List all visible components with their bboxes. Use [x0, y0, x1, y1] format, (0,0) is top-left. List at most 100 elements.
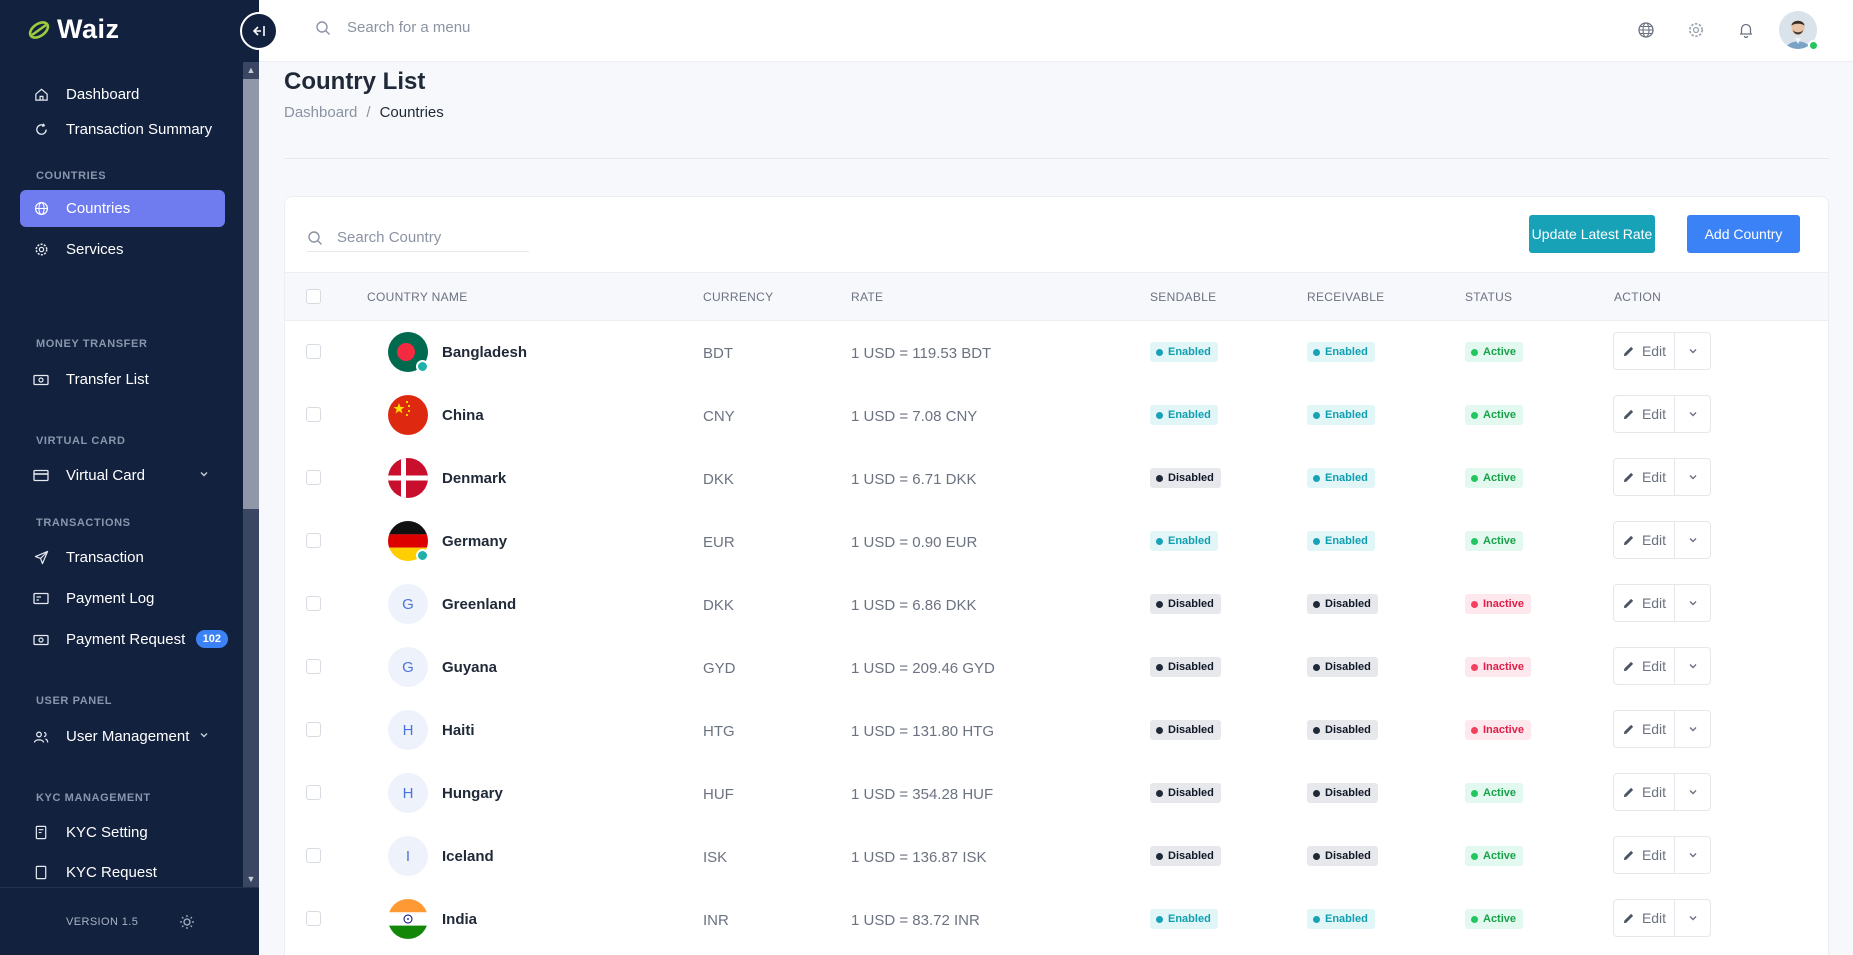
action-dropdown-toggle[interactable] [1675, 711, 1710, 747]
column-header-receivable[interactable]: RECEIVABLE [1307, 290, 1384, 304]
action-dropdown-toggle[interactable] [1675, 333, 1710, 369]
sidebar-item-services[interactable]: Services [20, 231, 225, 268]
document-settings-icon [33, 825, 49, 841]
edit-label: Edit [1641, 595, 1667, 611]
edit-button[interactable]: Edit [1614, 648, 1675, 684]
update-latest-rate-button[interactable]: Update Latest Rate [1529, 215, 1655, 253]
currency-code: HTG [703, 723, 735, 740]
action-dropdown-toggle[interactable] [1675, 900, 1710, 936]
edit-button[interactable]: Edit [1614, 774, 1675, 810]
action-dropdown-toggle[interactable] [1675, 648, 1710, 684]
edit-button[interactable]: Edit [1614, 396, 1675, 432]
sidebar-item-kyc-request[interactable]: KYC Request [20, 854, 225, 887]
sendable-badge: Enabled [1150, 342, 1218, 362]
gear-icon[interactable] [1687, 21, 1705, 39]
table-row: I Iceland ISK 1 USD = 136.87 ISK Disabled Dis… [285, 825, 1828, 887]
status-badge: Active [1465, 405, 1524, 425]
country-search-input[interactable] [337, 229, 517, 246]
country-name: Germany [442, 533, 508, 550]
row-checkbox[interactable] [306, 785, 321, 800]
status-badge: Inactive [1465, 594, 1531, 614]
action-dropdown-toggle[interactable] [1675, 522, 1710, 558]
document-icon [33, 865, 49, 881]
exchange-rate: 1 USD = 6.86 DKK [851, 597, 977, 614]
scroll-down-arrow-icon[interactable]: ▼ [243, 871, 259, 887]
default-country-badge-icon [416, 360, 429, 373]
sidebar-scrollbar[interactable]: ▲ ▼ [243, 62, 259, 887]
breadcrumb-dashboard-link[interactable]: Dashboard [284, 104, 357, 121]
status-dot [1313, 663, 1320, 671]
column-header-currency[interactable]: CURRENCY [703, 290, 773, 304]
edit-button[interactable]: Edit [1614, 522, 1675, 558]
sidebar-item-payment-request[interactable]: Payment Request 102 [20, 621, 228, 658]
sidebar-item-transfer-list[interactable]: Transfer List [20, 361, 225, 398]
row-checkbox[interactable] [306, 911, 321, 926]
table-row: India INR 1 USD = 83.72 INR Enabled Enabled A… [285, 888, 1828, 950]
status-dot [1313, 600, 1320, 608]
money-icon [33, 372, 49, 388]
search-icon [316, 20, 330, 35]
sidebar-item-user-management[interactable]: User Management [20, 718, 225, 755]
select-all-checkbox[interactable] [306, 289, 321, 304]
header-divider [284, 158, 1829, 159]
action-dropdown-toggle[interactable] [1675, 459, 1710, 495]
column-header-status[interactable]: STATUS [1465, 290, 1512, 304]
app-logo[interactable]: Waiz [27, 14, 120, 45]
sidebar-item-virtual-card[interactable]: Virtual Card [20, 457, 225, 494]
status-dot [1471, 600, 1478, 608]
chevron-down-icon [1689, 727, 1696, 732]
topbar [259, 0, 1853, 62]
sendable-label: Disabled [1168, 787, 1214, 799]
action-dropdown-toggle[interactable] [1675, 396, 1710, 432]
sendable-label: Enabled [1168, 913, 1211, 925]
edit-button[interactable]: Edit [1614, 459, 1675, 495]
action-dropdown-toggle[interactable] [1675, 774, 1710, 810]
edit-button[interactable]: Edit [1614, 585, 1675, 621]
sun-icon[interactable] [179, 914, 195, 930]
sendable-badge: Enabled [1150, 909, 1218, 929]
row-checkbox[interactable] [306, 533, 321, 548]
china-flag-icon [388, 395, 428, 435]
pencil-icon [1623, 472, 1634, 482]
app-version: VERSION 1.5 [66, 916, 139, 928]
globe-icon [33, 201, 49, 217]
action-dropdown-toggle[interactable] [1675, 585, 1710, 621]
sidebar-item-kyc-setting[interactable]: KYC Setting [20, 814, 225, 851]
column-header-sendable[interactable]: SENDABLE [1150, 290, 1216, 304]
sidebar-item-dashboard[interactable]: Dashboard [20, 76, 225, 113]
table-row: Germany EUR 1 USD = 0.90 EUR Enabled Enabled… [285, 510, 1828, 572]
row-checkbox[interactable] [306, 848, 321, 863]
currency-code: DKK [703, 597, 734, 614]
row-checkbox[interactable] [306, 659, 321, 674]
edit-button[interactable]: Edit [1614, 711, 1675, 747]
table-header: COUNTRY NAME CURRENCY RATE SENDABLE RECE… [285, 272, 1828, 321]
action-dropdown-toggle[interactable] [1675, 837, 1710, 873]
status-dot [1471, 789, 1478, 797]
scroll-up-arrow-icon[interactable]: ▲ [243, 62, 259, 78]
add-country-button[interactable]: Add Country [1687, 215, 1800, 253]
sidebar-item-label: User Management [66, 728, 190, 745]
sidebar-collapse-button[interactable] [240, 12, 278, 50]
sidebar-item-transaction[interactable]: Transaction [20, 539, 225, 576]
bell-icon[interactable] [1737, 21, 1755, 39]
row-checkbox[interactable] [306, 722, 321, 737]
row-checkbox[interactable] [306, 344, 321, 359]
edit-button[interactable]: Edit [1614, 900, 1675, 936]
edit-button[interactable]: Edit [1614, 837, 1675, 873]
sidebar-item-transaction-summary[interactable]: Transaction Summary [20, 111, 225, 148]
sidebar-item-countries[interactable]: Countries [20, 190, 225, 227]
column-header-country[interactable]: COUNTRY NAME [367, 290, 468, 304]
menu-search-input[interactable] [347, 19, 647, 36]
country-name: Bangladesh [442, 344, 528, 361]
row-checkbox[interactable] [306, 407, 321, 422]
sidebar-item-payment-log[interactable]: Payment Log [20, 580, 225, 617]
column-header-rate[interactable]: RATE [851, 290, 883, 304]
sendable-badge: Disabled [1150, 720, 1221, 740]
row-checkbox[interactable] [306, 470, 321, 485]
edit-label: Edit [1641, 469, 1667, 485]
edit-button[interactable]: Edit [1614, 333, 1675, 369]
row-checkbox[interactable] [306, 596, 321, 611]
pencil-icon [1623, 913, 1634, 923]
scrollbar-thumb[interactable] [243, 79, 259, 509]
globe-icon[interactable] [1637, 21, 1655, 39]
